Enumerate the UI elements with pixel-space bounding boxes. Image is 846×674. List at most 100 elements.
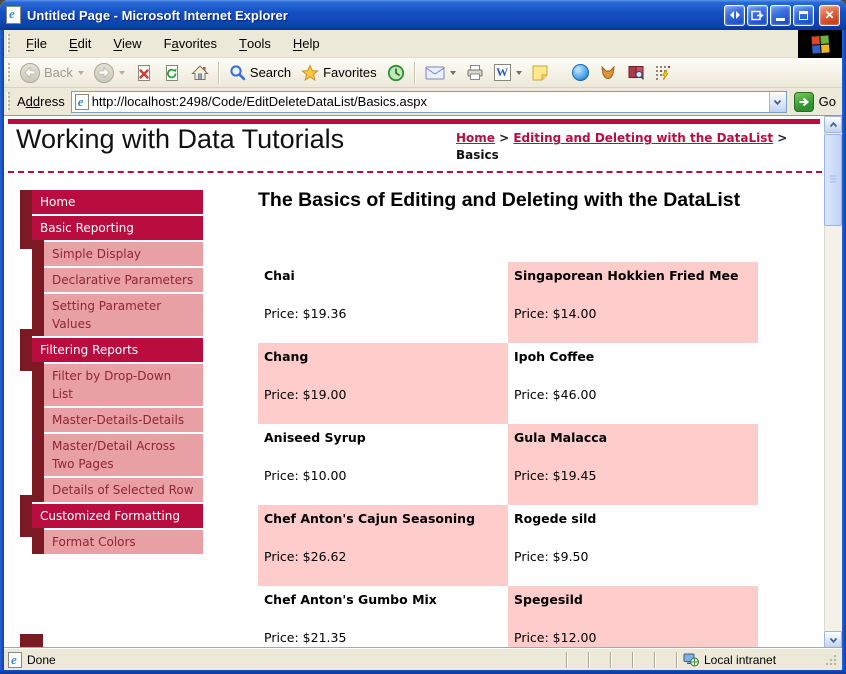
search-label: Search <box>249 65 292 80</box>
research-book-button[interactable] <box>622 60 650 86</box>
messenger-button[interactable] <box>567 60 594 86</box>
sidebar-indent <box>32 476 44 502</box>
address-dropdown-button[interactable] <box>768 91 786 112</box>
intranet-zone-icon <box>683 653 699 667</box>
scrollbar-thumb[interactable] <box>824 134 842 226</box>
status-pane <box>610 651 632 668</box>
status-left-pane: e Done <box>8 651 566 668</box>
close-icon: ✕ <box>824 8 835 22</box>
minimize-icon <box>776 17 785 21</box>
mail-dropdown-icon[interactable] <box>449 70 456 75</box>
status-bar: e Done Local intranet <box>4 648 842 670</box>
notes-button[interactable] <box>527 60 553 86</box>
breadcrumb-link-editing-and-deleting-with-the-datalist[interactable]: Editing and Deleting with the DataList <box>513 131 773 145</box>
sidebar-item-filter-by-drop-down-list[interactable]: Filter by Drop-Down List <box>32 362 203 406</box>
site-title: Working with Data Tutorials <box>16 124 345 154</box>
scroll-up-button[interactable] <box>824 116 842 133</box>
menu-item-edit[interactable]: Edit <box>58 30 102 57</box>
scroll-down-button[interactable] <box>824 631 842 648</box>
refresh-button[interactable] <box>158 60 186 86</box>
address-grip[interactable] <box>7 91 10 112</box>
resize-grip[interactable] <box>826 653 838 667</box>
menu-item-favorites[interactable]: Fa vorites <box>153 30 228 57</box>
validator-grid-button[interactable] <box>650 60 676 86</box>
sidebar-item-partial <box>20 634 43 648</box>
edit-word-button[interactable]: W <box>489 60 527 86</box>
mail-icon <box>425 66 445 79</box>
toolbar-grip-2[interactable] <box>7 62 10 83</box>
sidebar-item-home[interactable]: Home <box>20 190 203 223</box>
search-icon <box>230 65 246 81</box>
product-cell-aniseed-syrup: Aniseed Syrup Price: $10.00 <box>258 424 508 505</box>
menu-item-file[interactable]: File <box>15 30 58 57</box>
back-dropdown-icon[interactable] <box>77 70 84 75</box>
product-cell-spegesild: Spegesild Price: $12.00 <box>508 586 758 648</box>
home-icon <box>191 64 209 80</box>
toolbar: Back Search Favorites W <box>4 58 842 88</box>
favorites-label: Favorites <box>323 65 377 80</box>
maximize-button[interactable] <box>793 4 814 26</box>
close-button[interactable]: ✕ <box>819 4 840 26</box>
sidebar-item-format-colors[interactable]: Format Colors <box>32 528 203 554</box>
stop-button[interactable] <box>130 60 158 86</box>
sidebar-item-master-details-details[interactable]: Master-Details-Details <box>32 406 203 432</box>
forward-dropdown-icon[interactable] <box>118 70 125 75</box>
window-title: Untitled Page - Microsoft Internet Explo… <box>27 7 288 23</box>
sidebar-item-setting-parameter-values[interactable]: Setting Parameter Values <box>32 292 203 336</box>
sidebar-item-label: Filtering Reports <box>32 338 203 362</box>
fox-icon <box>600 65 615 79</box>
product-cell-gula-malacca: Gula Malacca Price: $19.45 <box>508 424 758 505</box>
address-input[interactable] <box>91 94 766 109</box>
vertical-scrollbar[interactable] <box>824 116 842 648</box>
throbber <box>798 30 842 58</box>
favorites-button[interactable]: Favorites <box>296 60 381 86</box>
go-button[interactable] <box>793 91 814 112</box>
sidebar-item-label: Details of Selected Row <box>44 478 203 502</box>
scroll-up-icon <box>829 121 837 127</box>
sidebar-item-customized-formatting[interactable]: Customized Formatting <box>20 495 203 537</box>
browser-window: e Untitled Page - Microsoft Internet Exp… <box>0 0 846 674</box>
window-frame-left <box>0 30 4 674</box>
nav-arrows-button[interactable] <box>724 4 745 26</box>
menu-item-tools[interactable]: Tools <box>228 30 282 57</box>
popout-icon <box>751 10 764 20</box>
addon-fox-button[interactable] <box>594 60 622 86</box>
product-cell-chang: Chang Price: $19.00 <box>258 343 508 424</box>
sidebar-item-basic-reporting[interactable]: Basic Reporting <box>20 207 203 249</box>
sidebar-indent <box>32 432 44 476</box>
edit-dropdown-icon[interactable] <box>515 70 522 75</box>
product-name: Gula Malacca <box>514 430 608 445</box>
breadcrumb-separator: > <box>494 131 514 145</box>
minimize-button[interactable] <box>770 4 791 26</box>
menu-item-view[interactable]: View <box>102 30 152 57</box>
toolbar-grip[interactable] <box>7 33 10 54</box>
sidebar-item-declarative-parameters[interactable]: Declarative Parameters <box>32 266 203 292</box>
sidebar-item-filtering-reports[interactable]: Filtering Reports <box>20 329 203 371</box>
go-label[interactable]: Go <box>819 94 836 109</box>
header-divider <box>8 171 822 173</box>
forward-button[interactable] <box>89 60 130 86</box>
word-icon: W <box>493 64 511 81</box>
menu-item-help[interactable]: Help <box>282 30 331 57</box>
mail-button[interactable] <box>420 60 461 86</box>
sidebar-item-label: Home <box>32 190 203 214</box>
address-bar: Address e Go <box>4 88 842 116</box>
sidebar-indent <box>20 495 32 537</box>
sidebar-item-master-detail-across-two-pages[interactable]: Master/Detail Across Two Pages <box>32 432 203 476</box>
product-price: Price: $14.00 <box>514 306 597 321</box>
breadcrumb-link-home[interactable]: Home <box>456 131 495 145</box>
history-button[interactable] <box>382 60 410 86</box>
product-name: Spegesild <box>514 592 583 607</box>
status-text: Done <box>27 652 56 667</box>
popout-button[interactable] <box>747 4 768 26</box>
forward-icon <box>93 62 114 83</box>
back-button[interactable]: Back <box>15 60 89 86</box>
search-button[interactable]: Search <box>224 60 296 86</box>
print-button[interactable] <box>461 60 489 86</box>
address-label: Address <box>17 94 65 109</box>
sidebar-item-details-of-selected-row[interactable]: Details of Selected Row <box>32 476 203 502</box>
toolbar-separator-2 <box>413 61 416 84</box>
home-button[interactable] <box>186 60 214 86</box>
sidebar-item-simple-display[interactable]: Simple Display <box>32 240 203 266</box>
product-cell-rogede-sild: Rogede sild Price: $9.50 <box>508 505 758 586</box>
